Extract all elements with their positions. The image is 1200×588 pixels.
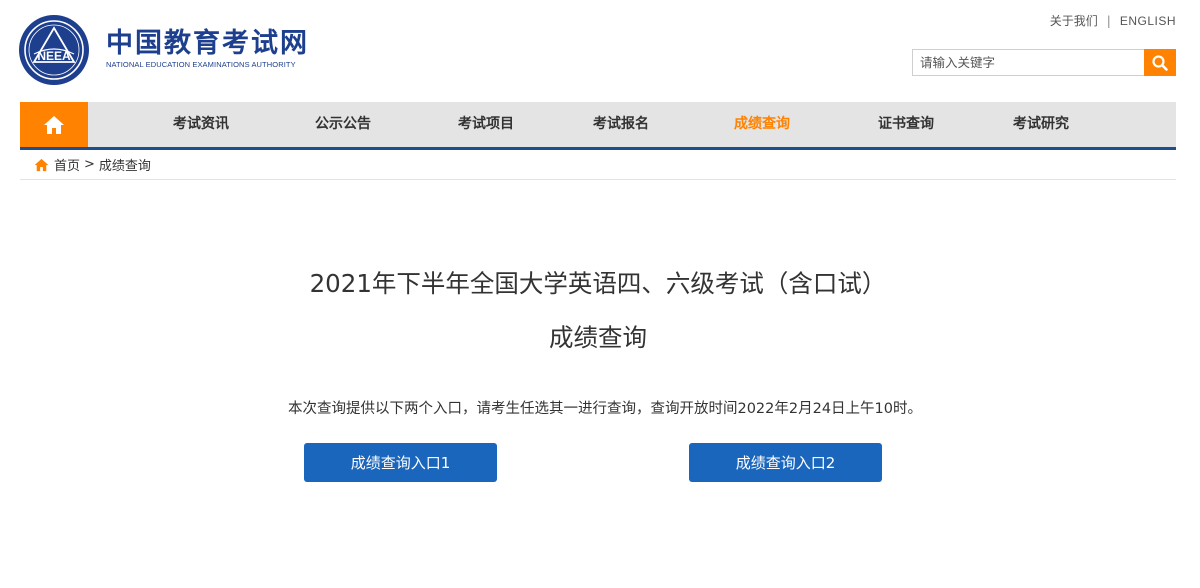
- home-icon: [44, 115, 64, 134]
- english-link[interactable]: ENGLISH: [1120, 14, 1176, 28]
- main-nav: 考试资讯 公示公告 考试项目 考试报名 成绩查询 证书查询 考试研究: [20, 102, 1176, 150]
- top-links-separator: |: [1106, 13, 1111, 28]
- nav-item-certificate-query[interactable]: 证书查询: [878, 102, 934, 147]
- breadcrumb-current: 成绩查询: [98, 159, 151, 174]
- search-box: [912, 49, 1176, 76]
- nav-item-exam-research[interactable]: 考试研究: [1013, 102, 1069, 147]
- search-icon: [1152, 54, 1168, 71]
- site-name-cn: 中国教育考试网: [106, 28, 309, 59]
- search-input[interactable]: [912, 49, 1144, 76]
- search-button[interactable]: [1144, 49, 1176, 76]
- page-title: 2021年下半年全国大学英语四、六级考试（含口试）: [309, 269, 887, 298]
- logo-badge-text: NEEA: [37, 49, 71, 63]
- site-name-en: NATIONAL EDUCATION EXAMINATIONS AUTHORIT…: [106, 60, 296, 69]
- site-header: NEEA 中国教育考试网 NATIONAL EDUCATION EXAMINAT…: [0, 0, 1200, 100]
- about-us-link[interactable]: 关于我们: [1050, 12, 1098, 29]
- nav-item-exam-news[interactable]: 考试资讯: [173, 102, 229, 147]
- nav-item-score-query[interactable]: 成绩查询: [734, 102, 790, 147]
- site-name[interactable]: 中国教育考试网 NATIONAL EDUCATION EXAMINATIONS …: [106, 28, 309, 70]
- score-query-entry-1-button[interactable]: 成绩查询入口1: [304, 443, 497, 482]
- nav-item-registration[interactable]: 考试报名: [593, 102, 649, 147]
- score-query-entry-2-button[interactable]: 成绩查询入口2: [689, 443, 882, 482]
- breadcrumb-separator: >: [84, 157, 95, 172]
- top-links: 关于我们 | ENGLISH: [1050, 12, 1176, 29]
- query-description: 本次查询提供以下两个入口，请考生任选其一进行查询，查询开放时间2022年2月24…: [287, 401, 923, 417]
- breadcrumb: 首页 > 成绩查询: [20, 150, 1176, 180]
- neea-logo[interactable]: NEEA: [18, 14, 90, 86]
- breadcrumb-home-link[interactable]: 首页: [54, 155, 80, 174]
- breadcrumb-home-icon: [34, 158, 49, 171]
- nav-item-announcements[interactable]: 公示公告: [315, 102, 371, 147]
- nav-home-button[interactable]: [20, 102, 88, 147]
- page-subtitle: 成绩查询: [549, 323, 647, 352]
- nav-item-exam-programs[interactable]: 考试项目: [458, 102, 514, 147]
